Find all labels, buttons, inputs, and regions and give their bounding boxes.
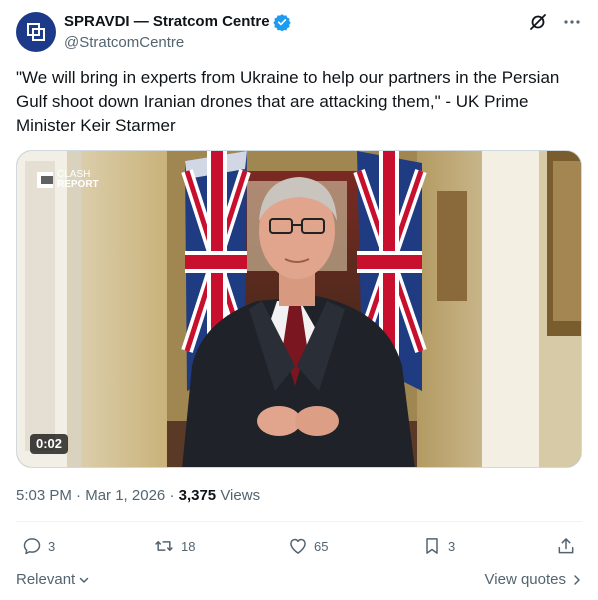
chevron-down-icon [79,577,89,583]
view-quotes-link[interactable]: View quotes [485,570,582,590]
like-count: 65 [314,538,329,554]
like-button[interactable]: 65 [288,536,328,556]
reply-icon [23,538,41,555]
display-name-text[interactable]: SPRAVDI — Stratcom Centre [64,12,270,32]
tweet-header: SPRAVDI — Stratcom Centre @StratcomCentr… [16,12,582,56]
more-options-icon[interactable] [562,12,582,32]
tweet-meta: 5:03 PM · Mar 1, 2026 · 3,375 Views [16,486,260,506]
tweet-text: "We will bring in experts from Ukraine t… [16,68,560,135]
author-handle[interactable]: @StratcomCentre [64,33,291,53]
avatar[interactable] [16,12,56,52]
divider [16,521,582,522]
reply-button[interactable]: 3 [22,536,55,556]
verified-badge-icon[interactable] [272,13,291,31]
chevron-right-icon [574,575,580,585]
video-frame-image [17,151,581,467]
video-watermark: CLASH REPORT [37,170,99,190]
repost-icon [155,541,173,551]
action-bar: 3 18 65 3 [16,536,582,560]
repost-button[interactable]: 18 [153,536,195,556]
grok-icon[interactable] [528,12,548,32]
share-button[interactable] [556,536,576,556]
replies-footer: Relevant View quotes [16,570,582,590]
video-player[interactable]: CLASH REPORT 0:02 [16,150,582,468]
meta-separator: · [76,487,86,504]
views-count: 3,375 [178,487,217,504]
views-label: Views [220,487,261,504]
video-duration-badge: 0:02 [30,434,69,454]
bookmark-icon [426,538,438,554]
author-display-name[interactable]: SPRAVDI — Stratcom Centre [64,12,291,32]
bookmark-count: 3 [448,538,456,554]
sort-dropdown[interactable]: Relevant [16,570,90,590]
like-icon [290,538,306,554]
sort-label: Relevant [16,571,76,588]
meta-separator: · [169,487,179,504]
reply-count: 3 [48,538,56,554]
spravdi-logo-icon [27,23,45,41]
top-actions [528,12,582,32]
tweet-date[interactable]: Mar 1, 2026 [85,487,165,504]
repost-count: 18 [181,538,196,554]
author-names: SPRAVDI — Stratcom Centre @StratcomCentr… [64,12,291,53]
bookmark-button[interactable]: 3 [422,536,455,556]
tweet-time[interactable]: 5:03 PM [16,487,72,504]
view-quotes-label: View quotes [484,571,566,588]
watermark-line-2: REPORT [57,179,99,190]
share-icon [558,538,574,554]
clash-report-logo-icon [37,172,53,188]
